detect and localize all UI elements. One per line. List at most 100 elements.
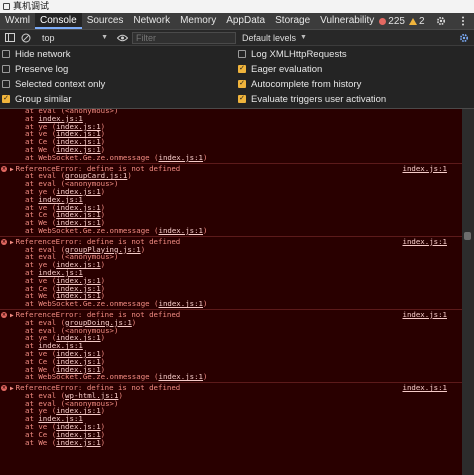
tab-network[interactable]: Network: [128, 13, 175, 29]
group-similar-checkbox[interactable]: ✓: [2, 95, 10, 103]
tab-console[interactable]: Console: [35, 13, 82, 29]
clear-console-icon[interactable]: [20, 32, 32, 44]
stack-frame-tail: ): [140, 244, 146, 254]
evaluate-triggers-checkbox[interactable]: ✓: [238, 95, 246, 103]
stack-frame-text: at WebSocket.Ge.ze.onmessage (: [25, 299, 159, 309]
error-icon: [379, 17, 387, 25]
expand-triangle-icon[interactable]: ▶: [10, 385, 14, 392]
tab-appdata[interactable]: AppData: [221, 13, 270, 29]
setting-label: Preserve log: [15, 63, 69, 75]
log-levels-dropdown[interactable]: Default levels ▼: [242, 33, 332, 43]
stack-frame-tail: ): [100, 333, 106, 343]
console-toolbar: top ▼ Default levels ▼: [0, 30, 474, 46]
stack-frame: at We (index.js:1): [0, 437, 462, 447]
setting-label: Evaluate triggers user activation: [251, 93, 387, 105]
setting-label: Autocomplete from history: [251, 78, 362, 90]
stack-frame: at WebSocket.Ge.ze.onmessage (index.js:1…: [0, 227, 462, 235]
stack-frame: at WebSocket.Ge.ze.onmessage (index.js:1…: [0, 300, 462, 308]
tab-wxml[interactable]: Wxml: [0, 13, 35, 29]
eye-icon[interactable]: [116, 32, 128, 44]
warning-count: 2: [418, 15, 425, 27]
error-count: 225: [388, 15, 405, 27]
stack-frame-text: at WebSocket.Ge.ze.onmessage (: [25, 372, 159, 382]
setting-log-xmlhttprequests[interactable]: Log XMLHttpRequests: [238, 47, 347, 61]
stack-frame-tail: ): [100, 437, 106, 447]
source-link[interactable]: index.js:1: [403, 237, 448, 246]
issue-counter[interactable]: 225 2: [379, 15, 425, 27]
expand-triangle-icon[interactable]: ▶: [10, 239, 14, 246]
stack-frame-link[interactable]: index.js:1: [159, 372, 204, 381]
eager-evaluation-checkbox[interactable]: ✓: [238, 65, 246, 73]
setting-label: Selected context only: [15, 78, 106, 90]
stack-frame-tail: ): [127, 171, 132, 181]
setting-hide-network[interactable]: Hide network: [2, 47, 70, 61]
setting-label: Hide network: [15, 48, 71, 60]
log-levels-value: Default levels: [242, 32, 297, 43]
hide-network-checkbox[interactable]: [2, 50, 10, 58]
console-error-message: at eval (<anonymous>) at index.js:1 at ye …: [0, 109, 462, 163]
stack-frame-tail: ): [131, 317, 137, 327]
console-error-message: × ▶ ReferenceError: define is not defined i…: [0, 162, 462, 236]
stack-frame-tail: ): [100, 406, 106, 416]
stack-frame-tail: ): [203, 299, 208, 309]
source-link[interactable]: index.js:1: [403, 164, 448, 173]
expand-triangle-icon[interactable]: ▶: [10, 312, 14, 319]
stack-frame-tail: ): [203, 372, 208, 382]
stack-frame-tail: ): [100, 186, 106, 196]
setting-label: Eager evaluation: [251, 63, 323, 75]
stack-frame-tail: ): [203, 152, 208, 162]
tab-storage[interactable]: Storage: [270, 13, 315, 29]
expand-triangle-icon[interactable]: ▶: [10, 166, 14, 173]
stack-frame-tail: ): [203, 225, 208, 235]
source-link[interactable]: index.js:1: [403, 384, 448, 392]
stack-frame-link[interactable]: index.js:1: [159, 226, 204, 235]
error-icon: ×: [1, 165, 7, 172]
console-messages[interactable]: at eval (<anonymous>) at index.js:1 at ye …: [0, 109, 462, 475]
setting-autocomplete-history[interactable]: ✓ Autocomplete from history: [238, 77, 361, 91]
window-title: 真机调试: [13, 1, 50, 11]
setting-group-similar[interactable]: ✓ Group similar: [2, 92, 72, 106]
setting-evaluate-triggers[interactable]: ✓ Evaluate triggers user activation: [238, 92, 386, 106]
stack-frame-text: at WebSocket.Ge.ze.onmessage (: [25, 225, 159, 235]
tab-vulnerability[interactable]: Vulnerability: [315, 13, 379, 29]
window-titlebar: 真机调试: [0, 0, 474, 13]
filter-input[interactable]: [132, 31, 236, 44]
warning-icon: [408, 17, 417, 25]
source-link[interactable]: index.js:1: [403, 311, 448, 319]
stack-frame-tail: ): [100, 260, 106, 270]
scrollbar-thumb[interactable]: [464, 232, 471, 240]
sidebar-toggle-icon[interactable]: [4, 32, 16, 44]
log-xhr-checkbox[interactable]: [238, 50, 246, 58]
tab-sources[interactable]: Sources: [82, 13, 129, 29]
chevron-down-icon: ▼: [300, 34, 307, 41]
gear-icon[interactable]: [436, 15, 448, 27]
console-error-message: × ▶ ReferenceError: define is not defined i…: [0, 235, 462, 309]
stack-frame-link[interactable]: index.js:1: [159, 153, 204, 162]
console-error-message: × ▶ ReferenceError: define is not defined i…: [0, 308, 462, 382]
error-icon: ×: [1, 311, 7, 318]
stack-frame: at WebSocket.Ge.ze.onmessage (index.js:1…: [0, 152, 462, 162]
tab-memory[interactable]: Memory: [175, 13, 221, 29]
error-icon: ×: [1, 238, 7, 245]
preserve-log-checkbox[interactable]: [2, 65, 10, 73]
stack-frame-link[interactable]: index.js:1: [56, 438, 101, 447]
context-value: top: [42, 32, 55, 43]
stack-frame-text: at WebSocket.Ge.ze.onmessage (: [25, 152, 159, 162]
context-selector[interactable]: top ▼: [42, 31, 112, 45]
setting-label: Log XMLHttpRequests: [251, 48, 347, 60]
console-error-message: × ▶ ReferenceError: define is not defined i…: [0, 382, 462, 447]
autocomplete-checkbox[interactable]: ✓: [238, 80, 246, 88]
setting-label: Group similar: [15, 93, 72, 105]
devtools-tabbar: Wxml Console Sources Network Memory AppD…: [0, 13, 474, 30]
stack-frame-text: at We (: [25, 437, 57, 447]
setting-preserve-log[interactable]: Preserve log: [2, 62, 68, 76]
stack-frame-link[interactable]: index.js:1: [159, 299, 204, 308]
stack-frame: at WebSocket.Ge.ze.onmessage (index.js:1…: [0, 373, 462, 381]
more-options-icon[interactable]: [457, 15, 469, 27]
setting-eager-evaluation[interactable]: ✓ Eager evaluation: [238, 62, 322, 76]
window-icon: [3, 3, 10, 10]
console-scrollbar[interactable]: [462, 109, 474, 475]
settings-gear-icon[interactable]: [458, 32, 470, 44]
selected-context-checkbox[interactable]: [2, 80, 10, 88]
setting-selected-context-only[interactable]: Selected context only: [2, 77, 105, 91]
